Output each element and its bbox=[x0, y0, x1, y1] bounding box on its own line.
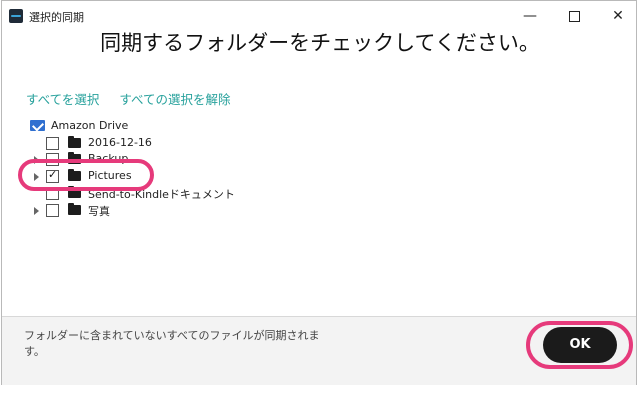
maximize-icon bbox=[568, 10, 580, 22]
ok-button[interactable]: OK bbox=[543, 327, 617, 363]
deselect-all-link[interactable]: すべての選択を解除 bbox=[119, 92, 230, 107]
sync-note: フォルダーに含まれていないすべてのファイルが同期されます。 bbox=[24, 329, 320, 358]
maximize-button[interactable] bbox=[558, 5, 590, 27]
window-title: 選択的同期 bbox=[29, 11, 84, 24]
folder-icon bbox=[68, 203, 81, 215]
folder-checkbox[interactable] bbox=[46, 204, 59, 217]
page-heading: 同期するフォルダーをチェックしてください。 bbox=[100, 31, 540, 55]
folder-icon bbox=[68, 136, 81, 148]
minimize-button[interactable]: — bbox=[514, 5, 546, 27]
select-all-link[interactable]: すべてを選択 bbox=[26, 92, 99, 107]
selective-sync-window: 選択的同期 — ✕ 同期するフォルダーをチェックしてください。 すべてを選択 す… bbox=[1, 0, 637, 385]
pictures-highlight-ring bbox=[18, 159, 154, 191]
close-button[interactable]: ✕ bbox=[602, 5, 634, 27]
amazon-drive-app-icon bbox=[9, 9, 23, 23]
folder-label: 2016-12-16 bbox=[88, 136, 152, 149]
expand-arrow-icon[interactable] bbox=[34, 207, 39, 215]
folder-checkbox[interactable] bbox=[46, 137, 59, 150]
tree-root-label: Amazon Drive bbox=[51, 119, 129, 132]
selection-links: すべてを選択 すべての選択を解除 bbox=[26, 89, 247, 108]
folder-label: 写真 bbox=[88, 205, 110, 218]
amazon-drive-icon bbox=[30, 120, 45, 131]
